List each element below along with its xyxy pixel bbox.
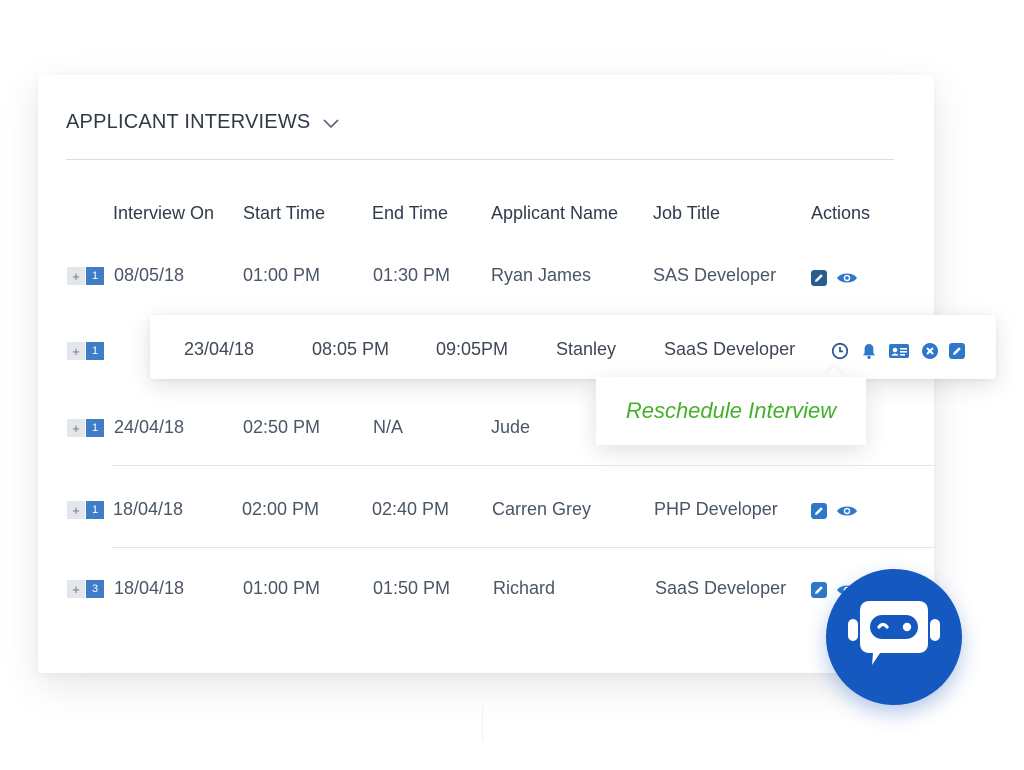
expand-plus-icon[interactable]: + — [67, 501, 85, 519]
column-header-interview-on[interactable]: Interview On — [113, 203, 214, 224]
chatbot-button[interactable] — [826, 569, 962, 705]
cell-end-time: 01:30 PM — [373, 265, 451, 285]
cell-applicant-name: Jude — [491, 417, 531, 437]
row-expander[interactable]: + 3 — [67, 580, 107, 598]
row-expander[interactable]: + 1 — [67, 501, 107, 519]
chevron-down-icon[interactable] — [322, 114, 340, 132]
row-divider — [112, 465, 936, 466]
chatbot-icon — [848, 601, 940, 665]
cell-end-time: 02:40 PM — [372, 499, 450, 519]
cell-job-title: SAS Developer — [653, 265, 777, 285]
reschedule-tooltip: Reschedule Interview — [596, 377, 866, 445]
close-circle-icon[interactable] — [921, 342, 939, 360]
cell-end-time: 09:05PM — [436, 339, 509, 359]
edit-icon[interactable] — [810, 269, 828, 287]
edit-icon[interactable] — [810, 502, 828, 520]
cell-start-time: 01:00 PM — [243, 578, 321, 598]
cell-job-title: SaaS Developer — [655, 578, 787, 598]
decorative-line — [482, 705, 483, 741]
cell-applicant-name: Carren Grey — [492, 499, 592, 519]
cell-job-title: SaaS Developer — [664, 339, 796, 359]
cell-applicant-name: Stanley — [556, 339, 617, 359]
cell-start-time: 02:50 PM — [243, 417, 321, 437]
cell-interview-date: 24/04/18 — [114, 417, 185, 437]
card-header[interactable]: APPLICANT INTERVIEWS — [66, 111, 340, 134]
column-header-job-title[interactable]: Job Title — [653, 203, 720, 224]
expand-plus-icon[interactable]: + — [67, 267, 85, 285]
cell-interview-date: 18/04/18 — [114, 578, 185, 598]
id-card-icon[interactable] — [888, 342, 910, 360]
eye-icon[interactable] — [836, 502, 858, 520]
table-row: + 1 18/04/18 02:00 PM 02:40 PM Carren Gr… — [38, 491, 934, 531]
row-count-badge: 1 — [86, 267, 104, 285]
edit-icon[interactable] — [948, 342, 966, 360]
column-header-actions: Actions — [811, 203, 871, 223]
cell-applicant-name: Richard — [493, 578, 556, 598]
cell-start-time: 08:05 PM — [312, 339, 390, 359]
row-count-badge: 1 — [86, 501, 104, 519]
expand-plus-icon[interactable]: + — [67, 580, 85, 598]
highlighted-table-row[interactable]: 23/04/18 08:05 PM 09:05PM Stanley SaaS D… — [150, 315, 996, 379]
cell-interview-date: 23/04/18 — [184, 339, 255, 359]
cell-applicant-name: Ryan James — [491, 265, 592, 285]
row-count-badge: 1 — [86, 419, 104, 437]
row-expander[interactable]: + 1 — [67, 342, 107, 360]
edit-icon[interactable] — [810, 581, 828, 599]
row-count-badge: 1 — [86, 342, 104, 360]
cell-job-title: PHP Developer — [654, 499, 778, 519]
cell-interview-date: 18/04/18 — [113, 499, 184, 519]
page-title: APPLICANT INTERVIEWS — [66, 111, 311, 133]
column-header-start-time[interactable]: Start Time — [243, 203, 325, 224]
eye-icon[interactable] — [836, 269, 858, 287]
expand-plus-icon[interactable]: + — [67, 419, 85, 437]
table-row: + 3 18/04/18 01:00 PM 01:50 PM Richard S… — [38, 570, 934, 610]
cell-start-time: 02:00 PM — [242, 499, 320, 519]
row-count-badge: 3 — [86, 580, 104, 598]
column-header-end-time[interactable]: End Time — [372, 203, 448, 224]
row-expander[interactable]: + 1 — [67, 267, 107, 285]
cell-end-time: N/A — [373, 417, 404, 437]
expand-plus-icon[interactable]: + — [67, 342, 85, 360]
cell-start-time: 01:00 PM — [243, 265, 321, 285]
clock-icon[interactable] — [831, 342, 849, 360]
cell-interview-date: 08/05/18 — [114, 265, 185, 285]
cell-end-time: 01:50 PM — [373, 578, 451, 598]
row-divider — [112, 547, 936, 548]
header-divider — [66, 159, 894, 160]
tooltip-text: Reschedule Interview — [625, 398, 837, 423]
table-row: + 1 08/05/18 01:00 PM 01:30 PM Ryan Jame… — [38, 257, 934, 297]
row-expander[interactable]: + 1 — [67, 419, 107, 437]
bell-icon[interactable] — [860, 342, 878, 360]
column-header-applicant-name[interactable]: Applicant Name — [491, 203, 618, 224]
